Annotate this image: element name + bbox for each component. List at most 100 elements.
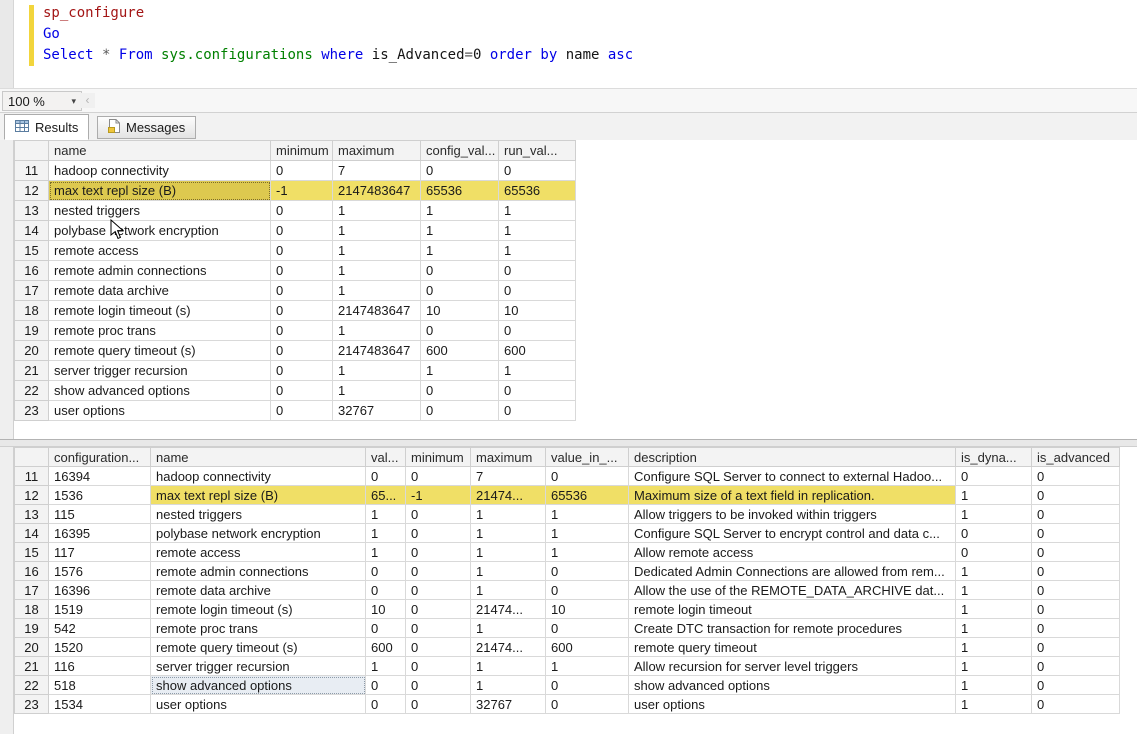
table-cell[interactable]: 7 xyxy=(333,161,421,181)
column-header[interactable]: minimum xyxy=(271,141,333,161)
table-cell[interactable]: max text repl size (B) xyxy=(49,181,271,201)
row-header[interactable]: 11 xyxy=(15,467,49,486)
table-cell[interactable]: 32767 xyxy=(471,695,546,714)
column-header[interactable]: value_in_... xyxy=(546,448,629,467)
table-cell[interactable]: 0 xyxy=(406,467,471,486)
table-cell[interactable]: 0 xyxy=(546,562,629,581)
table-cell[interactable]: server trigger recursion xyxy=(151,657,366,676)
column-header[interactable]: config_val... xyxy=(421,141,499,161)
table-cell[interactable]: 0 xyxy=(1032,543,1120,562)
table-cell[interactable]: hadoop connectivity xyxy=(49,161,271,181)
table-cell[interactable]: 16396 xyxy=(49,581,151,600)
table-cell[interactable]: 0 xyxy=(406,524,471,543)
row-header[interactable]: 20 xyxy=(15,638,49,657)
table-cell[interactable]: remote query timeout xyxy=(629,638,956,657)
row-header[interactable]: 14 xyxy=(15,221,49,241)
table-cell[interactable]: 0 xyxy=(366,562,406,581)
column-header[interactable]: is_dyna... xyxy=(956,448,1032,467)
table-cell[interactable]: remote query timeout (s) xyxy=(151,638,366,657)
table-cell[interactable]: 1 xyxy=(471,505,546,524)
table-cell[interactable]: 542 xyxy=(49,619,151,638)
table-cell[interactable]: 1 xyxy=(499,221,576,241)
row-header[interactable]: 17 xyxy=(15,281,49,301)
table-cell[interactable]: 16394 xyxy=(49,467,151,486)
table-cell[interactable]: 0 xyxy=(1032,505,1120,524)
table-cell[interactable]: 10 xyxy=(499,301,576,321)
table-cell[interactable]: Allow recursion for server level trigger… xyxy=(629,657,956,676)
table-cell[interactable]: 0 xyxy=(271,241,333,261)
row-header[interactable]: 18 xyxy=(15,600,49,619)
row-header[interactable]: 16 xyxy=(15,562,49,581)
table-cell[interactable]: 0 xyxy=(271,161,333,181)
table-cell[interactable]: 1 xyxy=(333,261,421,281)
row-header[interactable]: 22 xyxy=(15,676,49,695)
table-cell[interactable]: 0 xyxy=(546,676,629,695)
table-cell[interactable]: 600 xyxy=(366,638,406,657)
table-cell[interactable]: 1 xyxy=(421,201,499,221)
table-cell[interactable]: 0 xyxy=(271,361,333,381)
table-cell[interactable]: 0 xyxy=(421,401,499,421)
table-cell[interactable]: 0 xyxy=(271,381,333,401)
table-cell[interactable]: 1 xyxy=(546,543,629,562)
table-cell[interactable]: Allow the use of the REMOTE_DATA_ARCHIVE… xyxy=(629,581,956,600)
table-cell[interactable]: 1 xyxy=(546,505,629,524)
table-cell[interactable]: 1 xyxy=(471,676,546,695)
table-cell[interactable]: 1 xyxy=(333,361,421,381)
row-header[interactable]: 18 xyxy=(15,301,49,321)
sql-editor[interactable]: sp_configureGoSelect * From sys.configur… xyxy=(0,0,1137,89)
table-cell[interactable]: 0 xyxy=(499,261,576,281)
table-cell[interactable]: user options xyxy=(629,695,956,714)
row-header[interactable]: 15 xyxy=(15,543,49,562)
table-cell[interactable]: 0 xyxy=(1032,695,1120,714)
table-cell[interactable]: 1 xyxy=(956,600,1032,619)
table-cell[interactable]: 0 xyxy=(406,619,471,638)
table-cell[interactable]: 1 xyxy=(421,361,499,381)
row-header[interactable]: 11 xyxy=(15,161,49,181)
table-cell[interactable]: Maximum size of a text field in replicat… xyxy=(629,486,956,505)
tab-results[interactable]: Results xyxy=(4,114,89,140)
table-cell[interactable]: 65536 xyxy=(546,486,629,505)
table-cell[interactable]: 1 xyxy=(366,543,406,562)
table-cell[interactable]: 1 xyxy=(333,201,421,221)
table-cell[interactable]: 0 xyxy=(421,261,499,281)
column-header[interactable]: maximum xyxy=(333,141,421,161)
table-cell[interactable]: 0 xyxy=(421,281,499,301)
table-cell[interactable]: 0 xyxy=(271,301,333,321)
table-cell[interactable]: 32767 xyxy=(333,401,421,421)
table-cell[interactable]: 1 xyxy=(546,524,629,543)
table-cell[interactable]: -1 xyxy=(271,181,333,201)
column-header[interactable]: name xyxy=(151,448,366,467)
table-cell[interactable]: 1 xyxy=(471,562,546,581)
table-cell[interactable]: 0 xyxy=(1032,562,1120,581)
table-cell[interactable]: polybase network encryption xyxy=(151,524,366,543)
table-cell[interactable]: Dedicated Admin Connections are allowed … xyxy=(629,562,956,581)
table-cell[interactable]: 0 xyxy=(1032,657,1120,676)
table-cell[interactable]: 0 xyxy=(499,321,576,341)
table-cell[interactable]: remote login timeout xyxy=(629,600,956,619)
table-cell[interactable]: remote login timeout (s) xyxy=(151,600,366,619)
table-cell[interactable]: 1 xyxy=(956,486,1032,505)
table-cell[interactable]: remote admin connections xyxy=(49,261,271,281)
table-cell[interactable]: 1534 xyxy=(49,695,151,714)
table-cell[interactable]: 0 xyxy=(1032,676,1120,695)
column-header[interactable]: description xyxy=(629,448,956,467)
table-cell[interactable]: 0 xyxy=(406,600,471,619)
table-cell[interactable]: 0 xyxy=(1032,638,1120,657)
table-cell[interactable]: 0 xyxy=(271,201,333,221)
table-cell[interactable]: 21474... xyxy=(471,600,546,619)
table-cell[interactable]: 2147483647 xyxy=(333,341,421,361)
table-cell[interactable]: 0 xyxy=(1032,600,1120,619)
row-header-corner[interactable] xyxy=(15,448,49,467)
table-cell[interactable]: 117 xyxy=(49,543,151,562)
table-cell[interactable]: 0 xyxy=(366,695,406,714)
table-cell[interactable]: 1 xyxy=(333,281,421,301)
table-cell[interactable]: 1 xyxy=(421,241,499,261)
table-cell[interactable]: remote query timeout (s) xyxy=(49,341,271,361)
table-cell[interactable]: 0 xyxy=(546,467,629,486)
table-cell[interactable]: 1 xyxy=(471,657,546,676)
table-cell[interactable]: 16395 xyxy=(49,524,151,543)
table-cell[interactable]: 1 xyxy=(333,321,421,341)
row-header[interactable]: 15 xyxy=(15,241,49,261)
table-cell[interactable]: 1 xyxy=(499,361,576,381)
table-cell[interactable]: 518 xyxy=(49,676,151,695)
